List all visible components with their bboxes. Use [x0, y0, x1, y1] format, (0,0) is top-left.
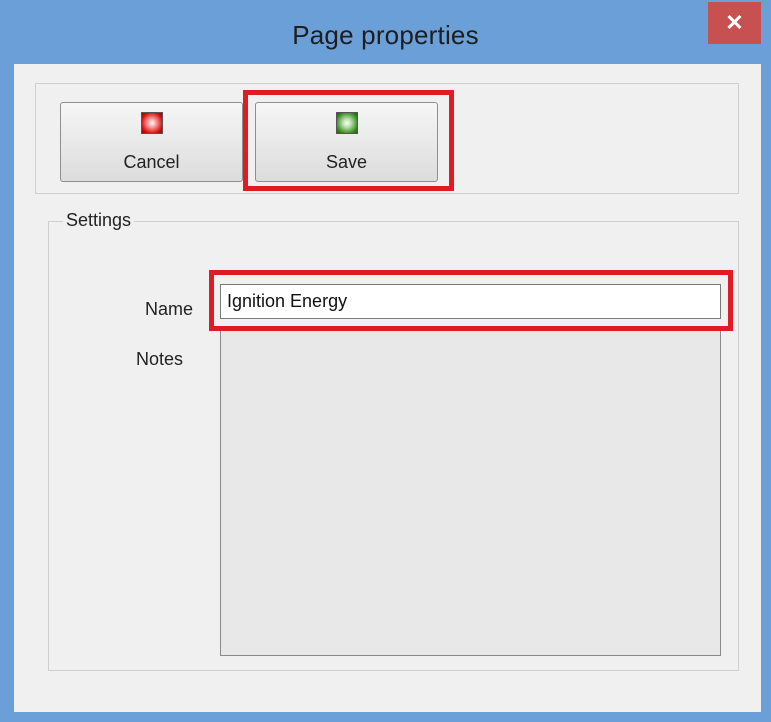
notes-label: Notes: [136, 349, 184, 369]
notes-textarea[interactable]: [220, 330, 721, 656]
red-led-icon: [141, 112, 163, 134]
title-bar[interactable]: Page properties ✕: [0, 0, 771, 64]
close-icon: ✕: [725, 10, 744, 35]
dialog-window: Page properties ✕ Cancel Save Settings N…: [0, 0, 771, 722]
cancel-button[interactable]: Cancel: [60, 102, 243, 182]
name-input[interactable]: Ignition Energy: [220, 284, 721, 319]
save-button-label: Save: [325, 152, 368, 172]
close-button[interactable]: ✕: [708, 2, 761, 44]
cancel-button-label: Cancel: [123, 152, 180, 172]
save-button[interactable]: Save: [255, 102, 438, 182]
window-title: Page properties: [292, 20, 479, 50]
toolbar: Cancel Save: [35, 83, 739, 194]
settings-group-label: Settings: [63, 210, 135, 231]
green-led-icon: [336, 112, 358, 134]
name-label: Name: [145, 299, 194, 319]
